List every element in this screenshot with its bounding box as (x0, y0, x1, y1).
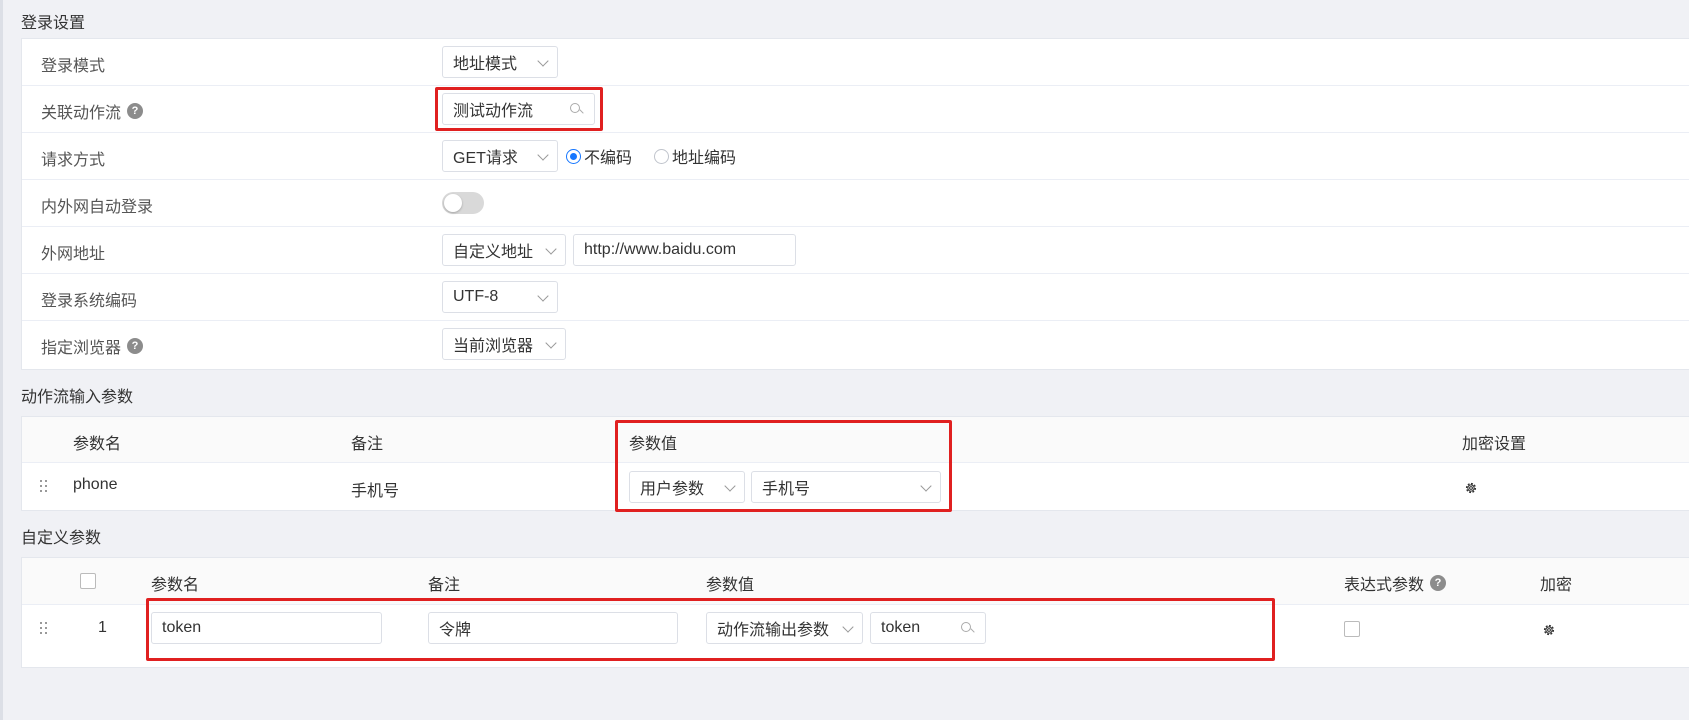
chevron-down-icon (537, 55, 549, 67)
request-method-select[interactable]: GET请求 (442, 140, 558, 172)
chevron-down-icon (842, 621, 854, 633)
chevron-down-icon (545, 243, 557, 255)
radio-checked-icon[interactable] (566, 148, 581, 164)
row-auto-login: 内外网自动登录 (22, 180, 1689, 227)
radio-no-encode[interactable]: 不编码 (566, 144, 632, 168)
flow-input-params-table: 参数名 备注 参数值 加密设置 phone 手机号 用户参数 手机号 (21, 416, 1689, 511)
chevron-down-icon (537, 149, 549, 161)
param-name-cell: phone (73, 476, 118, 493)
linked-flow-search-input[interactable]: 测试动作流 (442, 93, 595, 125)
left-edge (0, 0, 3, 720)
col-param-value: 参数值 (629, 436, 678, 453)
col-encrypt: 加密 (1540, 577, 1573, 594)
col-remark: 备注 (428, 577, 461, 594)
table-header: 参数名 备注 参数值 加密设置 (22, 417, 1689, 463)
row-external-address: 外网地址 自定义地址 http://www.baidu.com (22, 227, 1689, 274)
custom-params-table: 参数名 备注 参数值 表达式参数 ? 加密 1 token 令牌 动作流输出参数… (21, 557, 1689, 668)
radio-unchecked-icon[interactable] (654, 148, 670, 164)
param-name-input[interactable]: token (151, 612, 382, 644)
browser-select[interactable]: 当前浏览器 (442, 328, 566, 360)
login-settings-title: 登录设置 (21, 15, 86, 32)
row-index: 1 (98, 619, 107, 636)
label-auto-login: 内外网自动登录 (41, 199, 154, 216)
help-icon[interactable]: ? (1430, 575, 1447, 591)
col-param-name: 参数名 (73, 436, 122, 453)
row-linked-flow: 关联动作流 ? 测试动作流 (22, 86, 1689, 133)
label-browser: 指定浏览器 ? (41, 334, 144, 358)
help-icon[interactable]: ? (127, 103, 144, 119)
drag-handle-icon[interactable] (40, 480, 48, 493)
radio-url-encode[interactable]: 地址编码 (654, 144, 736, 168)
custom-params-title: 自定义参数 (21, 530, 102, 547)
search-icon[interactable] (961, 622, 973, 634)
external-url-input[interactable]: http://www.baidu.com (573, 234, 796, 266)
login-settings-panel: 登录模式 地址模式 关联动作流 ? 测试动作流 请求方式 GET请求 不编码 地… (21, 38, 1689, 370)
table-row: 1 token 令牌 动作流输出参数 token (22, 605, 1689, 652)
value-type-select[interactable]: 动作流输出参数 (706, 612, 863, 644)
drag-handle-icon[interactable] (40, 622, 48, 635)
row-login-mode: 登录模式 地址模式 (22, 39, 1689, 86)
label-external-address: 外网地址 (41, 246, 106, 263)
address-type-select[interactable]: 自定义地址 (442, 234, 566, 266)
remark-input[interactable]: 令牌 (428, 612, 678, 644)
col-expression: 表达式参数 ? (1344, 571, 1447, 595)
chevron-down-icon (545, 337, 557, 349)
label-request-method: 请求方式 (41, 152, 106, 169)
encoding-select[interactable]: UTF-8 (442, 281, 558, 313)
col-param-value: 参数值 (706, 577, 755, 594)
chevron-down-icon (724, 480, 736, 492)
help-icon[interactable]: ? (127, 338, 144, 354)
chevron-down-icon (920, 480, 932, 492)
gear-icon[interactable] (1542, 623, 1556, 637)
table-header: 参数名 备注 参数值 表达式参数 ? 加密 (22, 558, 1689, 605)
expression-checkbox[interactable] (1344, 621, 1360, 637)
toggle-knob (444, 194, 462, 212)
login-mode-select[interactable]: 地址模式 (442, 46, 558, 78)
col-param-name: 参数名 (151, 577, 200, 594)
row-request-method: 请求方式 GET请求 不编码 地址编码 (22, 133, 1689, 180)
search-icon[interactable] (570, 103, 582, 115)
row-encoding: 登录系统编码 UTF-8 (22, 274, 1689, 321)
auto-login-toggle[interactable] (442, 192, 484, 214)
col-remark: 备注 (351, 436, 384, 453)
label-encoding: 登录系统编码 (41, 293, 138, 310)
chevron-down-icon (537, 290, 549, 302)
select-all-checkbox[interactable] (80, 573, 96, 589)
remark-cell: 手机号 (351, 483, 400, 500)
value-type-select[interactable]: 用户参数 (629, 471, 745, 503)
col-encrypt: 加密设置 (1462, 436, 1527, 453)
gear-icon[interactable] (1464, 481, 1478, 495)
table-row: phone 手机号 用户参数 手机号 (22, 463, 1689, 510)
value-search-input[interactable]: token (870, 612, 986, 644)
label-linked-flow: 关联动作流 ? (41, 99, 144, 123)
row-browser: 指定浏览器 ? 当前浏览器 (22, 321, 1689, 368)
label-login-mode: 登录模式 (41, 58, 106, 75)
flow-input-params-title: 动作流输入参数 (21, 389, 134, 406)
value-select[interactable]: 手机号 (751, 471, 941, 503)
